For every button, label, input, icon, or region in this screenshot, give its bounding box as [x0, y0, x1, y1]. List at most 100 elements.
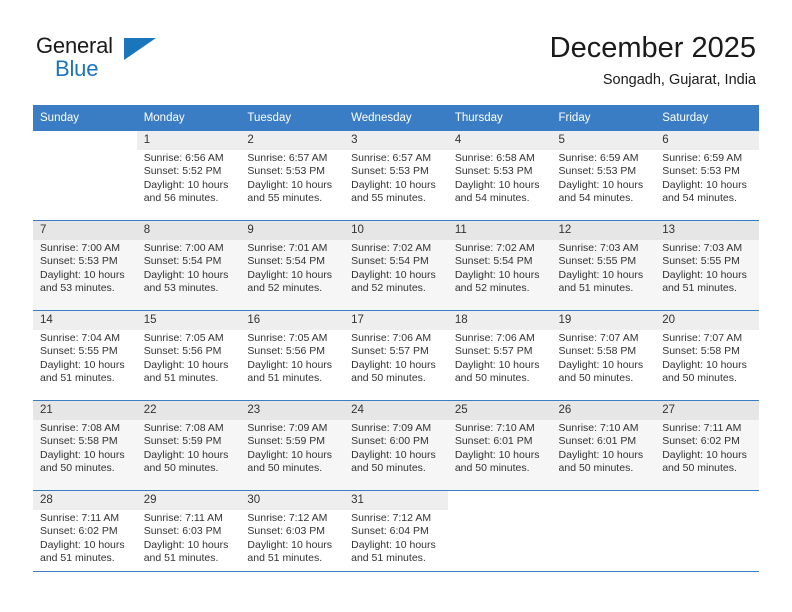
sunrise-text: Sunrise: 7:06 AM — [351, 332, 432, 344]
calendar-day-cell[interactable]: 27 Sunrise: 7:11 AM Sunset: 6:02 PM Dayl… — [655, 400, 759, 491]
day-details: Sunrise: 7:06 AM Sunset: 5:57 PM Dayligh… — [344, 330, 448, 385]
daylight-text-line2: and 53 minutes. — [40, 281, 115, 294]
day-number: 26 — [551, 401, 656, 420]
calendar-day-cell[interactable]: 17 Sunrise: 7:06 AM Sunset: 5:57 PM Dayl… — [344, 310, 448, 401]
daylight-text-line1: Daylight: 10 hours — [143, 538, 229, 551]
daylight-text-line2: and 52 minutes. — [351, 281, 426, 294]
calendar-day-cell[interactable]: 11 Sunrise: 7:02 AM Sunset: 5:54 PM Dayl… — [447, 220, 552, 311]
day-details: Sunrise: 6:59 AM Sunset: 5:53 PM Dayligh… — [552, 150, 656, 205]
day-details: Sunrise: 7:07 AM Sunset: 5:58 PM Dayligh… — [552, 330, 656, 385]
sunrise-text: Sunrise: 6:59 AM — [662, 152, 743, 164]
calendar-day-cell[interactable]: 19 Sunrise: 7:07 AM Sunset: 5:58 PM Dayl… — [551, 310, 656, 401]
calendar-day-cell[interactable]: 16 Sunrise: 7:05 AM Sunset: 5:56 PM Dayl… — [240, 310, 345, 401]
calendar-day-cell[interactable]: 6 Sunrise: 6:59 AM Sunset: 5:53 PM Dayli… — [655, 130, 759, 221]
daylight-text-line2: and 51 minutes. — [351, 551, 426, 564]
page-title: December 2025 — [549, 32, 756, 64]
calendar-day-cell[interactable]: 25 Sunrise: 7:10 AM Sunset: 6:01 PM Dayl… — [447, 400, 552, 491]
daylight-text-line2: and 50 minutes. — [40, 461, 115, 474]
sunset-text: Sunset: 6:03 PM — [143, 525, 222, 538]
day-details: Sunrise: 7:12 AM Sunset: 6:04 PM Dayligh… — [344, 510, 448, 565]
calendar-day-cell[interactable]: 4 Sunrise: 6:58 AM Sunset: 5:53 PM Dayli… — [447, 130, 552, 221]
calendar-day-cell[interactable]: 18 Sunrise: 7:06 AM Sunset: 5:57 PM Dayl… — [447, 310, 552, 401]
title-block: December 2025 Songadh, Gujarat, India — [550, 30, 756, 90]
day-number: 5 — [551, 131, 656, 150]
day-details: Sunrise: 7:11 AM Sunset: 6:02 PM Dayligh… — [655, 420, 759, 475]
calendar-day-cell[interactable]: 10 Sunrise: 7:02 AM Sunset: 5:54 PM Dayl… — [344, 220, 448, 311]
calendar-day-cell[interactable]: 5 Sunrise: 6:59 AM Sunset: 5:53 PM Dayli… — [551, 130, 656, 221]
daylight-text-line1: Daylight: 10 hours — [40, 358, 125, 371]
calendar-day-cell[interactable]: 26 Sunrise: 7:10 AM Sunset: 6:01 PM Dayl… — [551, 400, 656, 491]
daylight-text-line1: Daylight: 10 hours — [351, 178, 436, 191]
daylight-text-line2: and 54 minutes. — [558, 191, 634, 204]
calendar-week-row: 1 Sunrise: 6:56 AM Sunset: 5:52 PM Dayli… — [33, 130, 759, 221]
calendar-day-cell[interactable]: 30 Sunrise: 7:12 AM Sunset: 6:03 PM Dayl… — [240, 490, 345, 580]
sunrise-text: Sunrise: 7:05 AM — [143, 332, 224, 344]
sunset-text: Sunset: 5:56 PM — [247, 345, 326, 358]
day-details: Sunrise: 7:01 AM Sunset: 5:54 PM Dayligh… — [240, 240, 344, 295]
daylight-text-line2: and 50 minutes. — [558, 461, 634, 474]
general-blue-logo[interactable]: General Blue — [36, 33, 176, 88]
calendar-day-cell[interactable]: 14 Sunrise: 7:04 AM Sunset: 5:55 PM Dayl… — [33, 310, 137, 401]
day-number: 25 — [447, 401, 552, 420]
daylight-text-line1: Daylight: 10 hours — [247, 178, 333, 191]
calendar-day-cell[interactable]: 29 Sunrise: 7:11 AM Sunset: 6:03 PM Dayl… — [136, 490, 241, 580]
sunset-text: Sunset: 5:53 PM — [40, 255, 118, 268]
calendar-day-cell[interactable]: 3 Sunrise: 6:57 AM Sunset: 5:53 PM Dayli… — [344, 130, 448, 221]
daylight-text-line1: Daylight: 10 hours — [40, 448, 125, 461]
sunrise-sunset-calendar: Sunday Monday Tuesday Wednesday Thursday… — [33, 105, 759, 580]
calendar-day-cell[interactable]: 22 Sunrise: 7:08 AM Sunset: 5:59 PM Dayl… — [136, 400, 241, 491]
daylight-text-line2: and 51 minutes. — [662, 281, 737, 294]
calendar-day-cell[interactable]: 23 Sunrise: 7:09 AM Sunset: 5:59 PM Dayl… — [240, 400, 345, 491]
day-details: Sunrise: 7:02 AM Sunset: 5:54 PM Dayligh… — [448, 240, 552, 295]
day-number: 20 — [655, 311, 759, 330]
sunset-text: Sunset: 6:02 PM — [40, 525, 118, 538]
day-details: Sunrise: 7:07 AM Sunset: 5:58 PM Dayligh… — [655, 330, 759, 385]
day-number — [552, 491, 656, 510]
calendar-day-cell[interactable]: 8 Sunrise: 7:00 AM Sunset: 5:54 PM Dayli… — [136, 220, 241, 311]
daylight-text-line1: Daylight: 10 hours — [558, 178, 644, 191]
weekday-header-tuesday: Tuesday — [240, 105, 345, 131]
calendar-day-cell[interactable]: 1 Sunrise: 6:56 AM Sunset: 5:52 PM Dayli… — [136, 130, 241, 221]
calendar-day-cell[interactable]: 13 Sunrise: 7:03 AM Sunset: 5:55 PM Dayl… — [655, 220, 759, 311]
daylight-text-line2: and 50 minutes. — [454, 371, 530, 384]
sunrise-text: Sunrise: 7:06 AM — [454, 332, 535, 344]
day-details: Sunrise: 7:03 AM Sunset: 5:55 PM Dayligh… — [655, 240, 759, 295]
sunrise-text: Sunrise: 6:57 AM — [247, 152, 328, 164]
calendar-body: 1 Sunrise: 6:56 AM Sunset: 5:52 PM Dayli… — [33, 130, 759, 580]
daylight-text-line2: and 50 minutes. — [662, 371, 737, 384]
sunset-text: Sunset: 6:00 PM — [351, 435, 429, 448]
daylight-text-line1: Daylight: 10 hours — [662, 178, 747, 191]
day-details: Sunrise: 7:06 AM Sunset: 5:57 PM Dayligh… — [448, 330, 552, 385]
calendar-day-cell[interactable]: 7 Sunrise: 7:00 AM Sunset: 5:53 PM Dayli… — [33, 220, 137, 311]
day-details: Sunrise: 6:58 AM Sunset: 5:53 PM Dayligh… — [448, 150, 552, 205]
calendar-day-cell[interactable]: 28 Sunrise: 7:11 AM Sunset: 6:02 PM Dayl… — [33, 490, 137, 580]
sunrise-text: Sunrise: 6:57 AM — [351, 152, 432, 164]
sunset-text: Sunset: 5:54 PM — [454, 255, 533, 268]
sunset-text: Sunset: 5:53 PM — [662, 165, 740, 178]
sunrise-text: Sunrise: 7:02 AM — [454, 242, 535, 254]
sunrise-text: Sunrise: 7:10 AM — [558, 422, 639, 434]
day-details: Sunrise: 7:10 AM Sunset: 6:01 PM Dayligh… — [552, 420, 656, 475]
day-details: Sunrise: 7:05 AM Sunset: 5:56 PM Dayligh… — [240, 330, 344, 385]
daylight-text-line1: Daylight: 10 hours — [351, 538, 436, 551]
daylight-text-line2: and 50 minutes. — [558, 371, 634, 384]
daylight-text-line1: Daylight: 10 hours — [247, 538, 333, 551]
sunset-text: Sunset: 6:03 PM — [247, 525, 326, 538]
calendar-day-cell[interactable]: 2 Sunrise: 6:57 AM Sunset: 5:53 PM Dayli… — [240, 130, 345, 221]
calendar-day-cell[interactable]: 15 Sunrise: 7:05 AM Sunset: 5:56 PM Dayl… — [136, 310, 241, 401]
daylight-text-line1: Daylight: 10 hours — [558, 268, 644, 281]
calendar-day-cell[interactable]: 9 Sunrise: 7:01 AM Sunset: 5:54 PM Dayli… — [240, 220, 345, 311]
calendar-day-cell[interactable]: 20 Sunrise: 7:07 AM Sunset: 5:58 PM Dayl… — [655, 310, 759, 401]
calendar-day-cell[interactable]: 21 Sunrise: 7:08 AM Sunset: 5:58 PM Dayl… — [33, 400, 137, 491]
daylight-text-line1: Daylight: 10 hours — [143, 358, 229, 371]
sunrise-text: Sunrise: 6:56 AM — [143, 152, 224, 164]
sunset-text: Sunset: 6:01 PM — [558, 435, 637, 448]
calendar-day-cell[interactable]: 12 Sunrise: 7:03 AM Sunset: 5:55 PM Dayl… — [551, 220, 656, 311]
calendar-day-cell — [655, 490, 759, 580]
daylight-text-line2: and 56 minutes. — [143, 191, 219, 204]
day-number: 24 — [344, 401, 448, 420]
sunset-text: Sunset: 5:54 PM — [247, 255, 326, 268]
calendar-day-cell[interactable]: 31 Sunrise: 7:12 AM Sunset: 6:04 PM Dayl… — [344, 490, 448, 580]
calendar-day-cell[interactable]: 24 Sunrise: 7:09 AM Sunset: 6:00 PM Dayl… — [344, 400, 448, 491]
day-details: Sunrise: 6:56 AM Sunset: 5:52 PM Dayligh… — [137, 150, 241, 205]
